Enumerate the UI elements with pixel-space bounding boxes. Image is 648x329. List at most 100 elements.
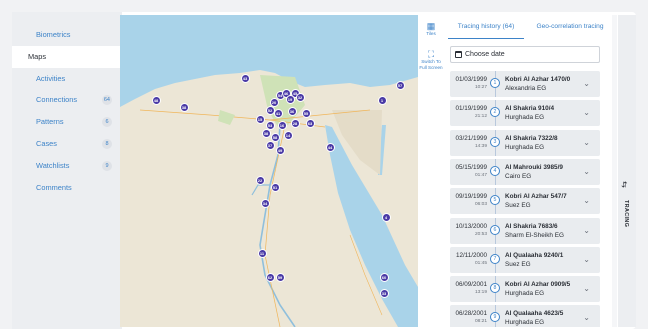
map-marker[interactable]: 62 <box>265 272 275 282</box>
map-marker[interactable]: 14 <box>283 130 293 140</box>
map-marker[interactable]: 22 <box>255 175 265 185</box>
sidebar-item-biometrics[interactable]: Biometrics <box>12 24 122 46</box>
sequence-badge: 9 <box>490 312 500 323</box>
tiles-button[interactable]: ▦ Tiles <box>418 21 444 37</box>
fullscreen-button[interactable]: ⛶ Switch To Full Screen <box>418 49 444 70</box>
row-date: 09/19/1999 <box>455 193 487 201</box>
sidebar-item-cases[interactable]: Cases 8 <box>12 133 122 155</box>
chevron-down-icon[interactable]: ⌄ <box>583 167 590 176</box>
chevron-down-icon[interactable]: ⌄ <box>583 313 590 322</box>
map-marker[interactable]: 38 <box>261 128 271 138</box>
timeline-connector <box>494 305 496 313</box>
tracing-row[interactable]: 09/19/1999 06:03 5 Kobri Al Azhar 547/7 … <box>450 188 600 215</box>
map-marker[interactable]: 19 <box>285 94 295 104</box>
map-marker[interactable]: 57 <box>395 80 405 90</box>
sidebar-item-connections[interactable]: Connections 64 <box>12 89 122 111</box>
timeline-connector <box>494 100 496 108</box>
timeline-connector <box>494 146 496 156</box>
map-view[interactable]: 48 38 43 20 54 46 45 19 32 52 41 36 55 15 53 16 28 63 38 58… <box>120 15 418 327</box>
map-marker[interactable]: 16 <box>277 120 287 130</box>
sequence-badge: 6 <box>490 224 500 235</box>
row-date: 05/15/1999 <box>455 163 487 171</box>
sequence-badge: 1 <box>490 78 500 88</box>
tracing-row[interactable]: 10/13/2000 20:53 6 Al Shakria 7683/6 Sha… <box>450 217 600 244</box>
sequence-badge: 3 <box>490 136 500 147</box>
chevron-down-icon[interactable]: ⌄ <box>583 138 590 147</box>
map-marker[interactable]: 43 <box>240 73 250 83</box>
chevron-down-icon[interactable]: ⌄ <box>583 108 590 117</box>
map-marker[interactable]: 51 <box>270 182 280 192</box>
tab-tracing-history[interactable]: Tracing history (64) <box>448 15 524 39</box>
chevron-down-icon[interactable]: ⌄ <box>583 255 590 264</box>
map-marker[interactable]: 28 <box>290 118 300 128</box>
tracing-panel: Tracing history (64) Geo-correlation tra… <box>444 15 612 327</box>
row-city: Hurghada EG <box>505 143 545 151</box>
timeline-connector <box>494 117 496 127</box>
sidebar-item-activities[interactable]: Activities <box>12 68 122 90</box>
sidebar-item-comments[interactable]: Comments <box>12 177 122 199</box>
tracing-side-tab[interactable]: ⇆ TRACING <box>618 15 636 327</box>
chevron-down-icon[interactable]: ⌄ <box>583 226 590 235</box>
map-marker[interactable]: 59 <box>275 272 285 282</box>
map-marker[interactable]: 44 <box>325 142 335 152</box>
map-marker[interactable]: 37 <box>265 140 275 150</box>
row-city: Hurghada EG <box>505 114 545 122</box>
row-date: 01/03/1999 <box>455 76 487 83</box>
tracing-row[interactable]: 05/15/1999 01:47 4 Al Mahrouki 3985/9 Ca… <box>450 158 600 185</box>
timeline-connector <box>494 175 496 185</box>
timeline-connector <box>494 158 496 166</box>
tracing-row[interactable]: 06/09/2001 13:19 8 Kobri Al Azhar 0909/5… <box>450 276 600 303</box>
sidebar-item-watchlists[interactable]: Watchlists 9 <box>12 155 122 177</box>
date-picker[interactable]: Choose date <box>450 46 600 63</box>
row-city: Cairo EG <box>505 172 532 180</box>
tracing-row[interactable]: 01/19/1999 21:12 2 Al Shakria 910/4 Hurg… <box>450 100 600 127</box>
row-city: Suez EG <box>505 260 531 268</box>
sequence-badge: 7 <box>490 253 500 264</box>
tracing-row[interactable]: 12/11/2000 01:45 7 Al Qualaaha 9240/1 Su… <box>450 246 600 273</box>
row-address: Al Shakria 7683/6 <box>505 222 558 230</box>
map-marker[interactable]: 4 <box>381 212 391 222</box>
calendar-icon <box>455 51 462 58</box>
cases-count-badge: 8 <box>102 139 112 149</box>
tracing-row[interactable]: 06/28/2001 08:21 9 Al Qualaaha 4623/5 Hu… <box>450 305 600 327</box>
row-time: 08:21 <box>474 319 487 325</box>
tracing-row[interactable]: 03/21/1999 14:39 3 Al Shakria 7322/8 Hur… <box>450 129 600 156</box>
map-marker[interactable]: 63 <box>305 118 315 128</box>
timeline-connector <box>494 71 496 78</box>
row-city: Hurghada EG <box>505 319 545 327</box>
tracing-row[interactable]: 01/03/1999 10:27 1 Kobri Al Azhar 1470/0… <box>450 71 600 97</box>
chevron-down-icon[interactable]: ⌄ <box>583 79 590 88</box>
map-marker[interactable]: 55 <box>301 108 311 118</box>
grid-icon: ▦ <box>426 21 436 31</box>
timeline-connector <box>494 88 496 97</box>
map-marker[interactable]: 48 <box>151 95 161 105</box>
chevron-down-icon[interactable]: ⌄ <box>583 284 590 293</box>
tab-geo-correlation[interactable]: Geo-correlation tracing <box>530 15 610 39</box>
sequence-badge: 2 <box>490 107 500 118</box>
sequence-badge: 8 <box>490 283 500 294</box>
panel-scrollbar[interactable] <box>612 15 617 327</box>
row-address: Al Shakria 7322/8 <box>505 134 558 142</box>
row-time: 10:27 <box>474 85 487 90</box>
map-marker[interactable]: 33 <box>379 288 389 298</box>
timeline-connector <box>494 188 496 196</box>
row-time: 21:12 <box>474 114 487 120</box>
map-marker[interactable]: 49 <box>275 145 285 155</box>
map-marker[interactable]: 60 <box>379 272 389 282</box>
map-marker[interactable]: 1 <box>377 95 387 105</box>
map-toolbar: ▦ Tiles ⛶ Switch To Full Screen <box>418 15 444 327</box>
route-icon: ⇆ <box>619 181 629 188</box>
map-marker[interactable]: 15 <box>255 114 265 124</box>
map-marker[interactable]: 41 <box>273 108 283 118</box>
map-marker[interactable]: 38 <box>179 102 189 112</box>
map-marker[interactable]: 11 <box>257 248 267 258</box>
sidebar-item-maps[interactable]: Maps <box>12 46 122 68</box>
row-date: 06/28/2001 <box>455 310 487 318</box>
sequence-badge: 4 <box>490 165 500 176</box>
map-marker[interactable]: 34 <box>260 198 270 208</box>
chevron-down-icon[interactable]: ⌄ <box>583 196 590 205</box>
sidebar-item-patterns[interactable]: Patterns 6 <box>12 111 122 133</box>
map-marker[interactable]: 58 <box>270 132 280 142</box>
map-marker[interactable]: 32 <box>295 92 305 102</box>
map-marker[interactable]: 36 <box>287 106 297 116</box>
